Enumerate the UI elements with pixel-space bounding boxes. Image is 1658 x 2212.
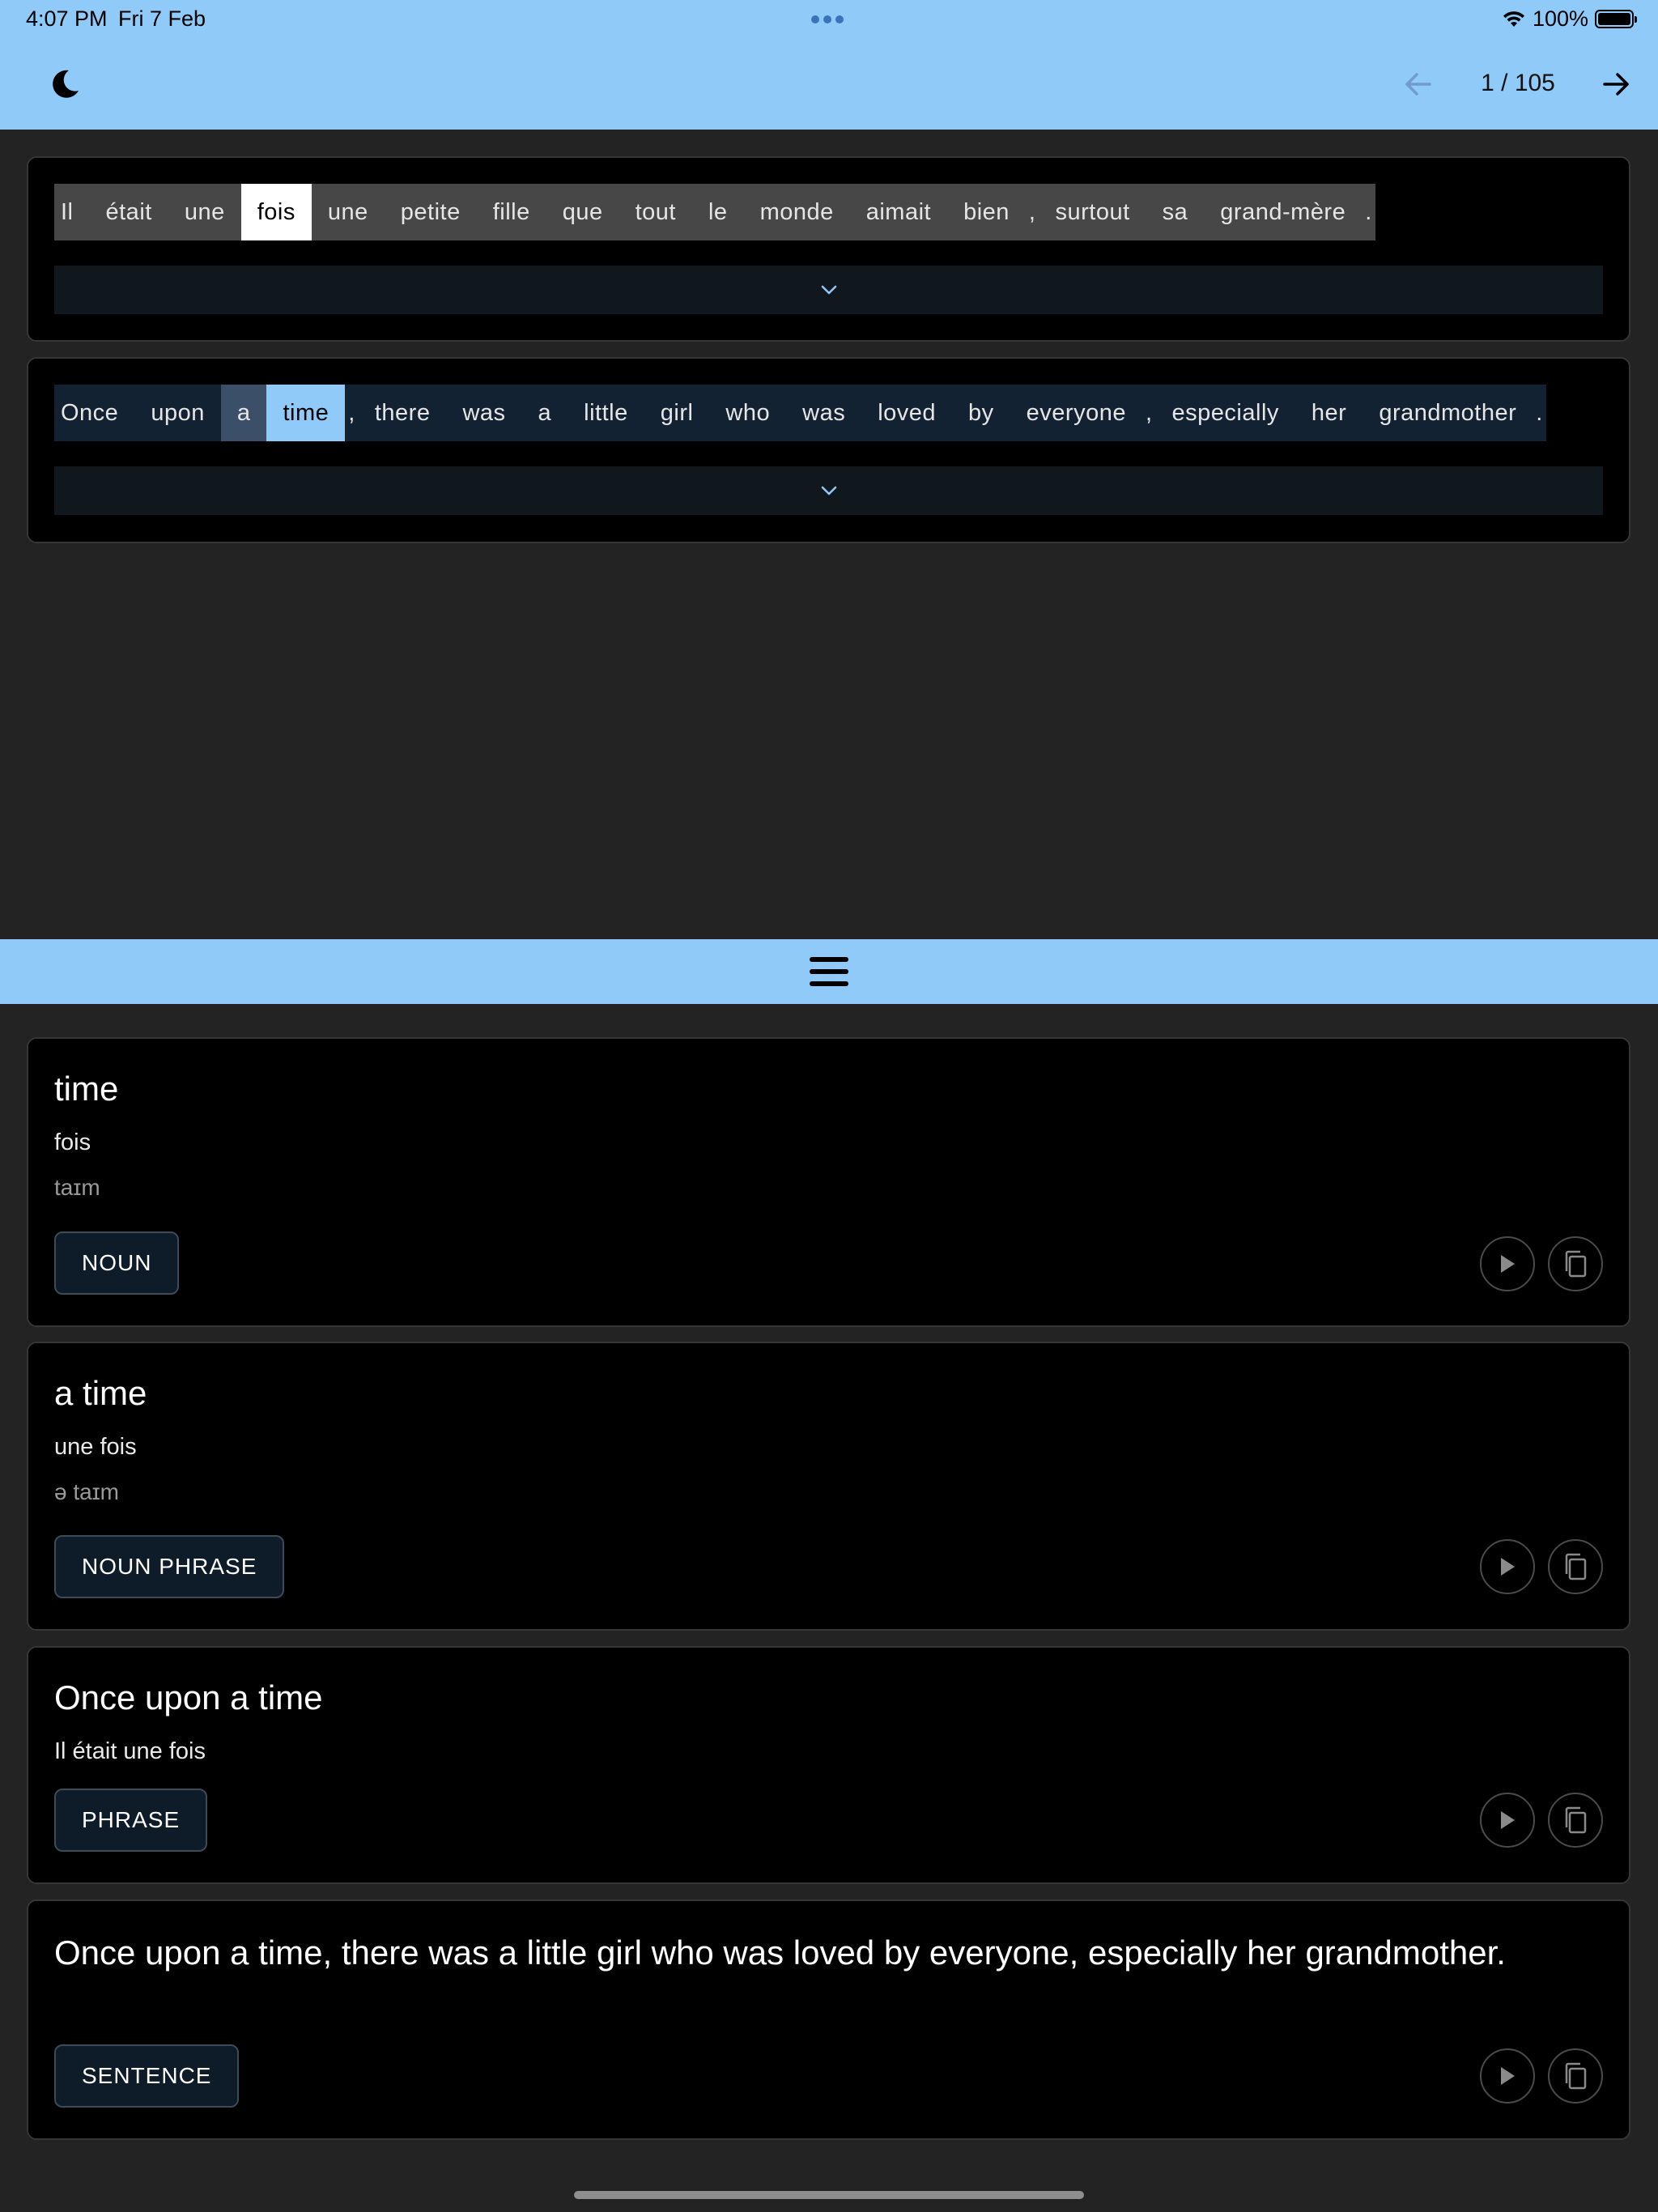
token-word[interactable]: loved bbox=[861, 385, 952, 441]
home-indicator[interactable] bbox=[574, 2191, 1084, 2199]
copy-icon bbox=[1565, 2062, 1587, 2090]
token-word[interactable]: Il bbox=[54, 184, 90, 240]
token-word[interactable]: grand-mère bbox=[1204, 184, 1362, 240]
entry-card-phrase[interactable]: Once upon a time Il était une fois PHRAS… bbox=[27, 1646, 1630, 1884]
chevron-down-icon bbox=[821, 486, 836, 496]
token-word[interactable]: a bbox=[220, 385, 267, 441]
token-word[interactable]: who bbox=[709, 385, 786, 441]
token-word[interactable]: a bbox=[522, 385, 568, 441]
pos-tag-button[interactable]: PHRASE bbox=[54, 1789, 208, 1852]
pos-tag-button[interactable]: SENTENCE bbox=[54, 2044, 240, 2108]
battery-percent: 100% bbox=[1532, 6, 1588, 31]
entry-translation: fois bbox=[54, 1129, 91, 1155]
copy-button[interactable] bbox=[1548, 2048, 1603, 2104]
play-icon bbox=[1501, 1811, 1515, 1829]
token-word[interactable]: upon bbox=[134, 385, 221, 441]
entry-card-word[interactable]: time fois taɪm NOUN bbox=[27, 1037, 1630, 1327]
token-word[interactable]: was bbox=[786, 385, 861, 441]
play-button[interactable] bbox=[1480, 1793, 1535, 1848]
arrow-right-icon[interactable] bbox=[1596, 65, 1635, 104]
copy-icon bbox=[1565, 1806, 1587, 1834]
arrow-left-icon[interactable] bbox=[1399, 65, 1438, 104]
token-word[interactable]: everyone bbox=[1010, 385, 1142, 441]
token-word[interactable]: girl bbox=[644, 385, 710, 441]
token-word[interactable]: monde bbox=[744, 184, 850, 240]
copy-button[interactable] bbox=[1548, 1236, 1603, 1291]
entry-title: a time bbox=[54, 1374, 147, 1412]
play-icon bbox=[1501, 2067, 1515, 2085]
status-time: 4:07 PM bbox=[26, 6, 108, 31]
copy-icon bbox=[1565, 1250, 1587, 1278]
multitasking-dots-icon[interactable] bbox=[811, 15, 844, 23]
play-icon bbox=[1501, 1255, 1515, 1273]
entry-title: Once upon a time, there was a little gir… bbox=[54, 1933, 1506, 1972]
entry-title: time bbox=[54, 1070, 119, 1108]
entry-ipa: ə taɪm bbox=[54, 1479, 119, 1504]
top-bar: 4:07 PM Fri 7 Feb 100% 1 / 105 bbox=[0, 0, 1658, 130]
pos-tag-button[interactable]: NOUN bbox=[54, 1231, 180, 1295]
token-word[interactable]: petite bbox=[385, 184, 477, 240]
token-word[interactable]: little bbox=[568, 385, 644, 441]
token-word[interactable]: , bbox=[1142, 385, 1156, 441]
play-icon bbox=[1501, 1558, 1515, 1576]
source-token-list: Il était une fois une petite fille que tout le mon… bbox=[54, 184, 1375, 240]
entry-title: Once upon a time bbox=[54, 1678, 323, 1716]
entry-actions bbox=[1480, 2048, 1603, 2104]
panel-resize-handle[interactable] bbox=[0, 939, 1658, 1004]
token-word[interactable]: fille bbox=[477, 184, 546, 240]
copy-button[interactable] bbox=[1548, 1793, 1603, 1848]
entry-actions bbox=[1480, 1236, 1603, 1291]
copy-button[interactable] bbox=[1548, 1539, 1603, 1594]
expand-target-button[interactable] bbox=[54, 466, 1603, 515]
copy-icon bbox=[1565, 1553, 1587, 1580]
token-word[interactable]: le bbox=[692, 184, 744, 240]
play-button[interactable] bbox=[1480, 1539, 1535, 1594]
play-button[interactable] bbox=[1480, 1236, 1535, 1291]
token-word[interactable]: . bbox=[1533, 385, 1546, 441]
token-word[interactable]: time bbox=[266, 385, 346, 441]
target-token-list: Once upon a time, there was a little girl who was l… bbox=[54, 385, 1546, 441]
token-word[interactable]: . bbox=[1362, 184, 1375, 240]
token-word[interactable]: her bbox=[1295, 385, 1363, 441]
token-word[interactable]: sa bbox=[1146, 184, 1205, 240]
battery-icon bbox=[1595, 10, 1637, 28]
token-word[interactable]: , bbox=[1026, 184, 1039, 240]
play-button[interactable] bbox=[1480, 2048, 1535, 2104]
token-word[interactable]: était bbox=[90, 184, 168, 240]
token-word[interactable]: Once bbox=[54, 385, 134, 441]
token-word[interactable]: fois bbox=[240, 184, 312, 240]
pos-tag-button[interactable]: NOUN PHRASE bbox=[54, 1535, 285, 1598]
source-sentence-panel: Il était une fois une petite fille que tout le mon… bbox=[27, 156, 1630, 342]
moon-icon[interactable] bbox=[47, 66, 83, 102]
entry-actions bbox=[1480, 1539, 1603, 1594]
entry-card-noun-phrase[interactable]: a time une fois ə taɪm NOUN PHRASE bbox=[27, 1342, 1630, 1631]
status-indicators: 100% bbox=[1502, 6, 1637, 32]
token-word[interactable]: aimait bbox=[850, 184, 947, 240]
token-word[interactable]: especially bbox=[1156, 385, 1295, 441]
token-word[interactable]: was bbox=[446, 385, 521, 441]
entry-card-sentence[interactable]: Once upon a time, there was a little gir… bbox=[27, 1899, 1630, 2140]
status-date: Fri 7 Feb bbox=[118, 6, 206, 31]
entry-ipa: taɪm bbox=[54, 1175, 100, 1200]
token-word[interactable]: surtout bbox=[1039, 184, 1146, 240]
page-indicator: 1 / 105 bbox=[1481, 70, 1555, 96]
wifi-icon bbox=[1503, 11, 1524, 27]
entry-translation: Il était une fois bbox=[54, 1738, 206, 1764]
token-word[interactable]: une bbox=[168, 184, 241, 240]
entry-translation: une fois bbox=[54, 1434, 137, 1460]
token-word[interactable]: tout bbox=[619, 184, 692, 240]
token-word[interactable]: by bbox=[952, 385, 1010, 441]
token-word[interactable]: une bbox=[312, 184, 385, 240]
token-word[interactable]: bien bbox=[947, 184, 1026, 240]
token-word[interactable]: grandmother bbox=[1363, 385, 1533, 441]
entry-actions bbox=[1480, 1793, 1603, 1848]
token-word[interactable]: , bbox=[345, 385, 359, 441]
chevron-down-icon bbox=[821, 285, 836, 295]
token-word[interactable]: que bbox=[546, 184, 619, 240]
target-sentence-panel: Once upon a time, there was a little girl who was l… bbox=[27, 357, 1630, 543]
token-word[interactable]: there bbox=[359, 385, 447, 441]
expand-source-button[interactable] bbox=[54, 266, 1603, 314]
hamburger-icon bbox=[810, 957, 848, 986]
